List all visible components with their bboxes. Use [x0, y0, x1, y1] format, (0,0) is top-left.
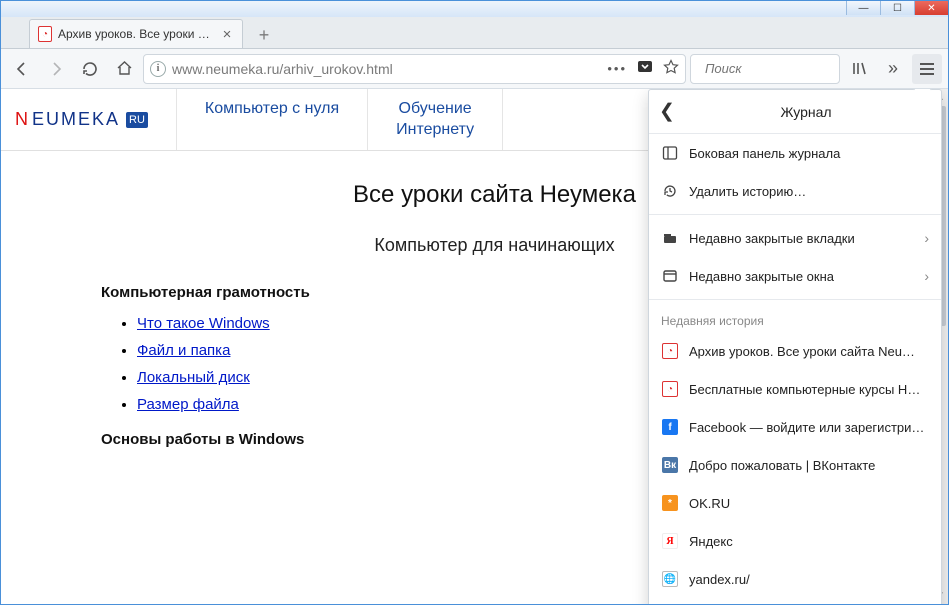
tab-favicon: ◔: [38, 27, 52, 41]
reload-icon: [82, 61, 98, 77]
logo-part2: EUMEKA: [32, 109, 120, 130]
history-item-label: Архив уроков. Все уроки сайта Neu…: [689, 344, 929, 359]
back-button[interactable]: [7, 54, 37, 84]
tab-strip: ◔ Архив уроков. Все уроки сай × +: [1, 17, 948, 49]
content-link[interactable]: Размер файла: [137, 396, 239, 413]
content-link[interactable]: Что такое Windows: [137, 315, 270, 332]
history-item-label: OK.RU: [689, 496, 929, 511]
recently-closed-windows-row[interactable]: Недавно закрытые окна ›: [649, 257, 941, 295]
os-titlebar: — ☐ ✕: [1, 1, 948, 17]
sidebar-panel-icon: [661, 144, 679, 162]
history-item[interactable]: Вк Добро пожаловать | ВКонтакте: [649, 446, 941, 484]
history-item-label: yandex.ru/: [689, 572, 929, 587]
url-bar[interactable]: i www.neumeka.ru/arhiv_urokov.html •••: [143, 54, 686, 84]
clear-history-row[interactable]: Удалить историю…: [649, 172, 941, 210]
library-button[interactable]: [844, 54, 874, 84]
browser-tab[interactable]: ◔ Архив уроков. Все уроки сай ×: [29, 19, 243, 48]
history-item[interactable]: * OK.RU: [649, 484, 941, 522]
chevron-right-icon: ›: [924, 268, 929, 284]
minimize-button[interactable]: —: [846, 1, 880, 15]
search-box[interactable]: [690, 54, 840, 84]
history-item[interactable]: Я Яндекс: [649, 522, 941, 560]
home-button[interactable]: [109, 54, 139, 84]
bookmark-star-icon[interactable]: [663, 59, 679, 78]
nav-item-internet[interactable]: Обучение Интернету: [367, 89, 503, 150]
content-link[interactable]: Локальный диск: [137, 369, 250, 386]
history-favicon: f: [661, 418, 679, 436]
forward-arrow-icon: [47, 60, 65, 78]
history-item-label: Яндекс: [689, 534, 929, 549]
closed-window-icon: [661, 267, 679, 285]
history-favicon: ◔: [661, 380, 679, 398]
logo-part1: N: [15, 109, 30, 130]
reload-button[interactable]: [75, 54, 105, 84]
history-item[interactable]: ◔ Архив уроков. Все уроки сайта Neu…: [649, 332, 941, 370]
history-item[interactable]: ЯЯндекс: [649, 598, 941, 604]
history-panel: ❮ Журнал Боковая панель журнала Удалить …: [648, 89, 942, 604]
content-area: N EUMEKA RU Компьютер с нуля Обучение Ин…: [1, 89, 948, 604]
tab-close-button[interactable]: ×: [220, 27, 234, 41]
chevron-right-icon: ›: [924, 230, 929, 246]
logo-badge: RU: [126, 112, 148, 128]
pocket-icon[interactable]: [637, 59, 653, 78]
forward-button[interactable]: [41, 54, 71, 84]
library-icon: [851, 60, 868, 77]
site-logo[interactable]: N EUMEKA RU: [15, 109, 148, 130]
content-link[interactable]: Файл и папка: [137, 342, 230, 359]
history-item-label: Бесплатные компьютерные курсы Н…: [689, 382, 929, 397]
panel-header: ❮ Журнал: [649, 90, 941, 134]
recent-history-section-label: Недавняя история: [649, 304, 941, 332]
history-item[interactable]: ◔ Бесплатные компьютерные курсы Н…: [649, 370, 941, 408]
history-favicon: ◔: [661, 342, 679, 360]
panel-back-button[interactable]: ❮: [659, 100, 681, 123]
tab-title: Архив уроков. Все уроки сай: [58, 27, 214, 41]
home-icon: [116, 60, 133, 77]
new-tab-button[interactable]: +: [251, 22, 277, 48]
back-arrow-icon: [13, 60, 31, 78]
maximize-button[interactable]: ☐: [880, 1, 914, 15]
history-item-label: Facebook — войдите или зарегистри…: [689, 420, 929, 435]
nav-item-basics[interactable]: Компьютер с нуля: [176, 89, 367, 150]
history-favicon: *: [661, 494, 679, 512]
site-nav: Компьютер с нуля Обучение Интернету: [176, 89, 503, 150]
clock-history-icon: [661, 182, 679, 200]
history-favicon: Вк: [661, 456, 679, 474]
browser-window: — ☐ ✕ ◔ Архив уроков. Все уроки сай × +: [0, 0, 949, 605]
history-item-label: Добро пожаловать | ВКонтакте: [689, 458, 929, 473]
close-window-button[interactable]: ✕: [914, 1, 948, 15]
recently-closed-tabs-row[interactable]: Недавно закрытые вкладки ›: [649, 219, 941, 257]
closed-tab-icon: [661, 229, 679, 247]
history-favicon: 🌐: [661, 570, 679, 588]
page-actions-icon[interactable]: •••: [607, 61, 627, 76]
history-item[interactable]: 🌐 yandex.ru/: [649, 560, 941, 598]
panel-title: Журнал: [681, 104, 931, 120]
history-item[interactable]: f Facebook — войдите или зарегистри…: [649, 408, 941, 446]
overflow-button[interactable]: »: [878, 54, 908, 84]
url-text: www.neumeka.ru/arhiv_urokov.html: [172, 61, 601, 77]
app-menu-button[interactable]: [912, 54, 942, 84]
toolbar: i www.neumeka.ru/arhiv_urokov.html ••• »: [1, 49, 948, 89]
history-favicon: Я: [661, 532, 679, 550]
history-sidebar-row[interactable]: Боковая панель журнала: [649, 134, 941, 172]
site-info-icon[interactable]: i: [150, 61, 166, 77]
